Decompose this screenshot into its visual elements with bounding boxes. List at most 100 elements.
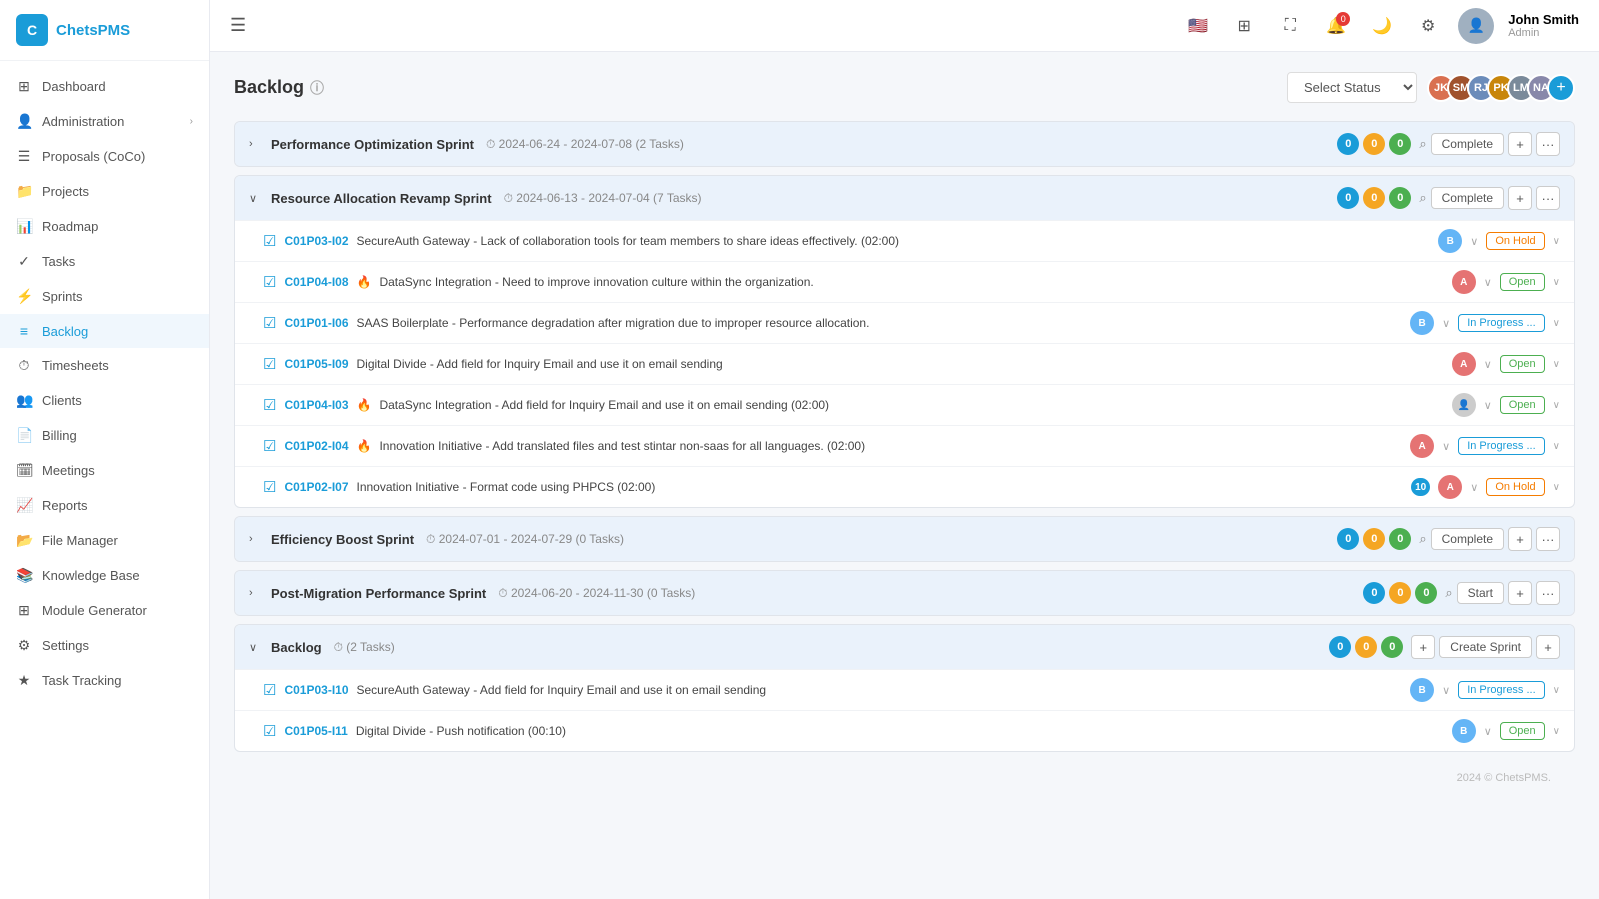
sprint-header-sprint2[interactable]: ∨ Resource Allocation Revamp Sprint ⏱ 20…	[235, 176, 1574, 220]
sprint-more-btn-sprint2[interactable]: ···	[1536, 186, 1560, 210]
task-checkbox[interactable]: ☑	[263, 314, 276, 332]
task-expand-chevron[interactable]: ∨	[1484, 399, 1492, 412]
sprint-header-sprint3[interactable]: › Efficiency Boost Sprint ⏱ 2024-07-01 -…	[235, 517, 1574, 561]
sidebar-item-task-tracking[interactable]: ★ Task Tracking	[0, 663, 209, 698]
task-id[interactable]: C01P01-I06	[284, 316, 348, 330]
theme-icon[interactable]: 🌙	[1366, 10, 1398, 42]
task-status-chevron[interactable]: ∨	[1553, 236, 1560, 247]
sidebar-item-knowledge-base[interactable]: 📚 Knowledge Base	[0, 558, 209, 593]
sidebar-logo[interactable]: C ChetsPMS	[0, 0, 209, 61]
task-status-chevron[interactable]: ∨	[1553, 685, 1560, 696]
notification-badge: 0	[1336, 12, 1350, 26]
sidebar-item-timesheets[interactable]: ⏱ Timesheets	[0, 348, 209, 383]
task-avatar: B	[1410, 311, 1434, 335]
sprint-chevron-sprint2[interactable]: ∨	[249, 192, 263, 205]
task-status-chevron[interactable]: ∨	[1553, 482, 1560, 493]
sprint-more-btn-sprint3[interactable]: ···	[1536, 527, 1560, 551]
sidebar-label-projects: Projects	[42, 184, 89, 199]
sprint-action-btn-sprint3[interactable]: Complete	[1431, 528, 1504, 550]
task-expand-chevron[interactable]: ∨	[1470, 235, 1478, 248]
task-checkbox[interactable]: ☑	[263, 722, 276, 740]
sprint-header-backlog[interactable]: ∨ Backlog ⏱ (2 Tasks) 0 0 0 + Create Spr…	[235, 625, 1574, 669]
sidebar-item-backlog[interactable]: ≡ Backlog	[0, 314, 209, 348]
sprint-plus-btn-sprint3[interactable]: +	[1508, 527, 1532, 551]
task-checkbox[interactable]: ☑	[263, 437, 276, 455]
sprint-chevron-sprint4[interactable]: ›	[249, 587, 263, 599]
sidebar-icon-billing: 📄	[16, 427, 32, 444]
task-checkbox[interactable]: ☑	[263, 681, 276, 699]
status-select[interactable]: Select Status Complete In Progress On Ho…	[1287, 72, 1417, 103]
task-row: ☑ C01P03-I10 SecureAuth Gateway - Add fi…	[235, 669, 1574, 710]
flag-icon[interactable]: 🇺🇸	[1182, 10, 1214, 42]
task-status-chevron[interactable]: ∨	[1553, 318, 1560, 329]
task-checkbox[interactable]: ☑	[263, 273, 276, 291]
task-status-chevron[interactable]: ∨	[1553, 441, 1560, 452]
sidebar-item-settings[interactable]: ⚙ Settings	[0, 628, 209, 663]
sprint-action-btn-sprint2[interactable]: Complete	[1431, 187, 1504, 209]
task-expand-chevron[interactable]: ∨	[1442, 440, 1450, 453]
sprint-more-btn-sprint1[interactable]: ···	[1536, 132, 1560, 156]
task-row: ☑ C01P02-I04 🔥 Innovation Initiative - A…	[235, 425, 1574, 466]
task-id[interactable]: C01P05-I11	[284, 724, 347, 738]
task-status-chevron[interactable]: ∨	[1553, 400, 1560, 411]
sprint-plus-btn-sprint2[interactable]: +	[1508, 186, 1532, 210]
sprint-plus-btn-sprint4[interactable]: +	[1508, 581, 1532, 605]
sidebar-item-tasks[interactable]: ✓ Tasks	[0, 244, 209, 279]
task-expand-chevron[interactable]: ∨	[1484, 358, 1492, 371]
sprint-header-sprint4[interactable]: › Post-Migration Performance Sprint ⏱ 20…	[235, 571, 1574, 615]
sprint-action-btn-sprint1[interactable]: Complete	[1431, 133, 1504, 155]
sprint-eye-sprint3[interactable]: ⌕	[1419, 531, 1426, 547]
grid-icon[interactable]: ⊞	[1228, 10, 1260, 42]
task-expand-chevron[interactable]: ∨	[1442, 684, 1450, 697]
task-status-chevron[interactable]: ∨	[1553, 277, 1560, 288]
add-member-button[interactable]: +	[1547, 74, 1575, 102]
task-expand-chevron[interactable]: ∨	[1470, 481, 1478, 494]
task-checkbox[interactable]: ☑	[263, 478, 276, 496]
task-id[interactable]: C01P04-I03	[284, 398, 348, 412]
sidebar-item-roadmap[interactable]: 📊 Roadmap	[0, 209, 209, 244]
create-sprint-btn-backlog[interactable]: Create Sprint	[1439, 636, 1532, 658]
task-status-chevron[interactable]: ∨	[1553, 726, 1560, 737]
task-checkbox[interactable]: ☑	[263, 232, 276, 250]
sidebar-item-clients[interactable]: 👥 Clients	[0, 383, 209, 418]
sidebar-item-projects[interactable]: 📁 Projects	[0, 174, 209, 209]
task-status-chevron[interactable]: ∨	[1553, 359, 1560, 370]
sprint-chevron-backlog[interactable]: ∨	[249, 641, 263, 654]
sprint-eye-sprint4[interactable]: ⌕	[1445, 585, 1452, 601]
task-id[interactable]: C01P02-I07	[284, 480, 348, 494]
task-id[interactable]: C01P02-I04	[284, 439, 348, 453]
sidebar-item-billing[interactable]: 📄 Billing	[0, 418, 209, 453]
sprint-chevron-sprint1[interactable]: ›	[249, 138, 263, 150]
sprint-eye-sprint2[interactable]: ⌕	[1419, 190, 1426, 206]
sidebar-item-administration[interactable]: 👤 Administration ›	[0, 104, 209, 139]
sidebar-item-sprints[interactable]: ⚡ Sprints	[0, 279, 209, 314]
task-checkbox[interactable]: ☑	[263, 355, 276, 373]
task-id[interactable]: C01P04-I08	[284, 275, 348, 289]
sidebar-item-file-manager[interactable]: 📂 File Manager	[0, 523, 209, 558]
sidebar-item-dashboard[interactable]: ⊞ Dashboard	[0, 69, 209, 104]
task-id[interactable]: C01P05-I09	[284, 357, 348, 371]
task-expand-chevron[interactable]: ∨	[1484, 725, 1492, 738]
sprint-action-btn-sprint4[interactable]: Start	[1457, 582, 1504, 604]
sprint-chevron-sprint3[interactable]: ›	[249, 533, 263, 545]
sidebar-item-reports[interactable]: 📈 Reports	[0, 488, 209, 523]
sprint-more-btn-sprint4[interactable]: ···	[1536, 581, 1560, 605]
task-id[interactable]: C01P03-I02	[284, 234, 348, 248]
fullscreen-icon[interactable]: ⛶	[1274, 10, 1306, 42]
task-id[interactable]: C01P03-I10	[284, 683, 348, 697]
sprint-plus-btn-sprint1[interactable]: +	[1508, 132, 1532, 156]
sidebar-item-proposals[interactable]: ☰ Proposals (CoCo)	[0, 139, 209, 174]
sprint-eye-sprint1[interactable]: ⌕	[1419, 136, 1426, 152]
sprint-date-sprint4: ⏱ 2024-06-20 - 2024-11-30 (0 Tasks)	[498, 586, 695, 601]
notification-icon[interactable]: 🔔 0	[1320, 10, 1352, 42]
sprint-header-sprint1[interactable]: › Performance Optimization Sprint ⏱ 2024…	[235, 122, 1574, 166]
hamburger-button[interactable]: ☰	[230, 15, 246, 36]
task-expand-chevron[interactable]: ∨	[1484, 276, 1492, 289]
sidebar-item-meetings[interactable]: 🗓 Meetings	[0, 453, 209, 488]
sprint-add-btn-backlog[interactable]: +	[1536, 635, 1560, 659]
settings-icon[interactable]: ⚙	[1412, 10, 1444, 42]
sprint-plus-btn-backlog[interactable]: +	[1411, 635, 1435, 659]
task-checkbox[interactable]: ☑	[263, 396, 276, 414]
sidebar-item-module-generator[interactable]: ⊞ Module Generator	[0, 593, 209, 628]
task-expand-chevron[interactable]: ∨	[1442, 317, 1450, 330]
